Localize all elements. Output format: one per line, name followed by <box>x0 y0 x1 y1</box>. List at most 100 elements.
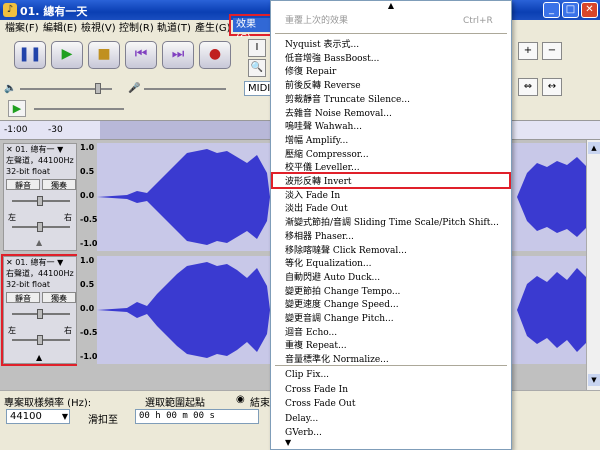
pan-slider-thumb[interactable] <box>37 222 43 232</box>
vertical-scrollbar[interactable]: ▲ ▼ <box>586 140 600 390</box>
end-label: 結束 <box>250 398 270 409</box>
effect-item[interactable]: 移除喀噠聲 Click Removal... <box>285 245 407 258</box>
skip-start-button[interactable]: ⏮ <box>125 41 157 69</box>
solo-button[interactable]: 獨奏 <box>42 292 76 303</box>
track-format: 32-bit float <box>6 167 51 176</box>
menu-edit[interactable]: 編輯(E) <box>40 21 80 36</box>
effect-item[interactable]: 漸變式節拍/音調 Sliding Time Scale/Pitch Shift.… <box>285 217 499 230</box>
skip-start-icon: ⏮ <box>134 46 148 62</box>
stop-button[interactable]: ■ <box>88 41 120 69</box>
invert-highlight <box>271 172 511 189</box>
menu-view[interactable]: 檢視(V) <box>78 21 119 36</box>
effect-item[interactable]: 重複 Repeat... <box>285 340 347 353</box>
fit-selection-button[interactable]: ⇔ <box>518 78 538 96</box>
snap-checkbox-label[interactable]: 滑扣至 <box>88 411 118 426</box>
speed-slider-track[interactable] <box>34 108 124 110</box>
pan-right-label: 右 <box>64 213 72 222</box>
fit-project-button[interactable]: ↔ <box>542 78 562 96</box>
effect-item[interactable]: 淡入 Fade In <box>285 190 340 203</box>
menu-effects-highlight: 效果(C) <box>229 14 272 44</box>
menu-control[interactable]: 控制(R) <box>116 21 157 36</box>
speaker-icon: 🔈 <box>4 83 17 94</box>
gain-slider-thumb[interactable] <box>37 309 43 319</box>
track-rate: 左聲道，44100Hz <box>6 156 74 165</box>
effect-item[interactable]: 變更音調 Change Pitch... <box>285 313 394 326</box>
selection-tool-button[interactable]: I <box>248 39 266 57</box>
effect-item[interactable]: 前後反轉 Reverse <box>285 80 361 93</box>
project-rate-select[interactable]: 44100 ▼ <box>6 409 70 424</box>
minimize-button[interactable]: _ <box>543 2 560 18</box>
effect-item[interactable]: 修復 Repair <box>285 66 336 79</box>
collapse-icon[interactable]: ▲ <box>36 353 42 362</box>
track-menu-arrow-icon[interactable]: ▼ <box>57 145 63 154</box>
close-button[interactable]: ✕ <box>581 2 598 18</box>
effect-item[interactable]: 剪裁靜音 Truncate Silence... <box>285 94 410 107</box>
effect-item[interactable]: 淡出 Fade Out <box>285 203 348 216</box>
zoom-icon: 🔍 <box>250 62 264 73</box>
menu-scroll-down-icon[interactable]: ▼ <box>285 438 291 447</box>
effect-item[interactable]: 等化 Equalization... <box>285 258 372 271</box>
track-name[interactable]: 01. 總有一 <box>15 258 54 267</box>
track-menu-arrow-icon[interactable]: ▼ <box>57 258 63 267</box>
end-radio[interactable]: ◉ <box>236 394 245 405</box>
effect-item[interactable]: Delay... <box>285 413 318 426</box>
volume-slider-thumb[interactable] <box>95 83 101 94</box>
pan-slider-thumb[interactable] <box>37 335 43 345</box>
dropdown-arrow-icon: ▼ <box>61 412 68 421</box>
track-close-icon[interactable]: ✕ <box>6 145 13 154</box>
effect-item[interactable]: 嗚哇聲 Wahwah... <box>285 121 362 134</box>
play-button[interactable]: ▶ <box>51 41 83 69</box>
maximize-button[interactable]: □ <box>562 2 579 18</box>
mute-button[interactable]: 靜音 <box>6 179 40 190</box>
ruler-label: -1:00 <box>4 125 28 135</box>
menu-separator <box>275 33 507 34</box>
mic-slider-track[interactable] <box>144 88 226 90</box>
zoom-tool-button[interactable]: 🔍 <box>248 59 266 77</box>
effect-item[interactable]: Clip Fix... <box>285 369 329 382</box>
menu-separator <box>275 365 507 366</box>
zoom-out-icon: − <box>547 45 557 56</box>
repeat-last-effect[interactable]: 重覆上次的效果 <box>285 15 348 28</box>
menu-tracks[interactable]: 軌道(T) <box>154 21 194 36</box>
gain-slider-thumb[interactable] <box>37 196 43 206</box>
pause-button[interactable]: ❚❚ <box>14 41 46 69</box>
effect-item[interactable]: 增幅 Amplify... <box>285 135 348 148</box>
selection-start-label: 選取範圍起點 <box>145 398 205 409</box>
device-select[interactable]: MIDI <box>244 81 272 96</box>
window-title: 01. 總有一天 <box>20 5 88 18</box>
edit-toolbar: + − ⇔ ↔ <box>516 40 600 120</box>
effect-item[interactable]: 低音增強 BassBoost... <box>285 53 379 66</box>
menu-effects[interactable]: 效果(C) <box>233 18 270 44</box>
stop-icon: ■ <box>97 46 111 62</box>
effects-menu: ▲ 重覆上次的效果 Ctrl+R Nyquist 表示式... 低音增強 Bass… <box>270 0 512 450</box>
scroll-down-icon[interactable]: ▼ <box>588 374 600 386</box>
scroll-up-icon[interactable]: ▲ <box>588 142 600 154</box>
selection-start-field[interactable]: 00 h 00 m 00 s <box>135 409 259 424</box>
record-button[interactable]: ● <box>199 41 231 69</box>
effect-item[interactable]: 變更節拍 Change Tempo... <box>285 286 400 299</box>
solo-button[interactable]: 獨奏 <box>42 179 76 190</box>
zoom-in-button[interactable]: + <box>518 42 538 60</box>
effect-item[interactable]: 去雜音 Noise Removal... <box>285 108 392 121</box>
track-name[interactable]: 01. 總有一 <box>15 145 54 154</box>
effect-item[interactable]: Cross Fade Out <box>285 398 355 411</box>
effect-item[interactable]: Cross Fade In <box>285 384 348 397</box>
menu-file[interactable]: 檔案(F) <box>2 21 42 36</box>
track-close-icon[interactable]: ✕ <box>6 258 13 267</box>
zoom-out-button[interactable]: − <box>542 42 562 60</box>
skip-end-button[interactable]: ⏭ <box>162 41 194 69</box>
effect-item[interactable]: 壓縮 Compressor... <box>285 149 369 162</box>
effect-item[interactable]: Nyquist 表示式... <box>285 39 359 52</box>
mute-button[interactable]: 靜音 <box>6 292 40 303</box>
menu-scroll-up-icon[interactable]: ▲ <box>271 1 511 11</box>
play-at-speed-button[interactable]: ▶ <box>8 100 26 117</box>
track-rate: 右聲道，44100Hz <box>6 269 74 278</box>
skip-end-icon: ⏭ <box>171 46 185 62</box>
menu-generate[interactable]: 產生(G) <box>192 21 234 36</box>
ruler-label: -30 <box>48 125 63 135</box>
effect-item[interactable]: 移相器 Phaser... <box>285 231 354 244</box>
effect-item[interactable]: 自動閃避 Auto Duck... <box>285 272 380 285</box>
effect-item[interactable]: 變更速度 Change Speed... <box>285 299 399 312</box>
collapse-icon[interactable]: ▲ <box>36 238 42 247</box>
effect-item[interactable]: 迴音 Echo... <box>285 327 337 340</box>
